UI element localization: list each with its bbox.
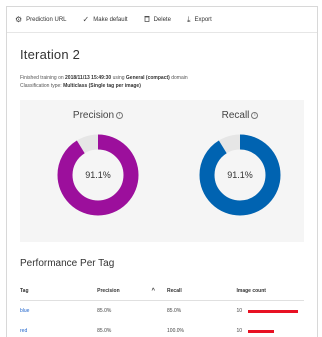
table-row: red 85.0% 100.0% 10 — [20, 321, 304, 337]
row-recall: 100.0% — [167, 328, 184, 334]
image-count-value: 10 — [236, 308, 243, 314]
table-row: blue 85.0% 85.0% 10 — [20, 301, 304, 321]
precision-donut: 91.1% — [56, 133, 140, 217]
tag-link[interactable]: blue — [20, 308, 29, 314]
row-image-count: 10 — [236, 308, 304, 314]
iteration-meta: Finished training on 2018/11/13 15:49:30… — [20, 74, 304, 90]
make-default-button[interactable]: ✓ Make default — [82, 14, 128, 24]
column-precision-label: Precision — [97, 287, 120, 294]
image-count-bar — [248, 309, 298, 313]
gear-icon: ⚙ — [15, 14, 23, 24]
export-button[interactable]: ⤓ Export — [186, 14, 212, 24]
recall-label: Recall — [221, 110, 250, 121]
table-header: Tag Precision ^ Recall Image count — [20, 281, 304, 301]
domain-name: General (compact) — [125, 75, 170, 81]
metrics-panel: Precision i 91.1% Recall i 91.1% — [20, 100, 304, 242]
trash-icon — [144, 15, 150, 24]
row-recall: 85.0% — [167, 308, 182, 314]
image-count-bar — [248, 329, 275, 333]
iteration-title: Iteration 2 — [20, 47, 81, 62]
make-default-label: Make default — [93, 16, 128, 23]
row-precision-value: 85.0% — [97, 328, 112, 334]
info-icon[interactable]: i — [116, 112, 124, 119]
row-precision-value: 85.0% — [97, 308, 112, 314]
check-icon: ✓ — [82, 14, 90, 24]
recall-donut: 91.1% — [198, 133, 282, 217]
delete-label: Delete — [153, 16, 171, 23]
row-image-count: 10 — [236, 328, 304, 334]
recall-metric: Recall i 91.1% — [180, 110, 300, 217]
recall-value: 91.1% — [227, 170, 253, 180]
training-info: Finished training on 2018/11/13 15:49:30… — [20, 74, 304, 82]
trained-suffix: domain — [171, 75, 188, 81]
precision-metric: Precision i 91.1% — [38, 110, 158, 217]
recall-heading: Recall i — [180, 110, 300, 121]
tag-link[interactable]: red — [20, 328, 27, 334]
performance-table: Tag Precision ^ Recall Image count blue … — [20, 281, 304, 337]
precision-value: 91.1% — [85, 170, 111, 180]
column-recall[interactable]: Recall — [167, 288, 236, 294]
column-image-count[interactable]: Image count — [236, 288, 304, 294]
trained-prefix: Finished training on — [20, 75, 64, 81]
classification-type: Multiclass (Single tag per image) — [63, 83, 141, 89]
classification-prefix: Classification type: — [20, 83, 62, 89]
sort-ascending-icon[interactable]: ^ — [152, 288, 156, 294]
toolbar: ⚙ Prediction URL ✓ Make default Delete ⤓… — [7, 7, 317, 33]
trained-date: 2018/11/13 15:49:30 — [65, 75, 112, 81]
precision-label: Precision — [72, 110, 115, 121]
delete-button[interactable]: Delete — [144, 15, 171, 24]
trained-mid: using — [112, 75, 125, 81]
prediction-url-button[interactable]: ⚙ Prediction URL — [15, 14, 67, 24]
iteration-panel: ⚙ Prediction URL ✓ Make default Delete ⤓… — [6, 6, 318, 337]
column-tag[interactable]: Tag — [20, 288, 97, 294]
prediction-url-label: Prediction URL — [26, 16, 67, 23]
column-precision[interactable]: Precision ^ — [97, 288, 167, 294]
performance-title: Performance Per Tag — [20, 258, 115, 269]
export-label: Export — [194, 16, 212, 23]
precision-heading: Precision i — [38, 110, 158, 121]
row-precision: 85.0% — [97, 308, 167, 314]
row-precision: 85.0% — [97, 328, 167, 334]
classification-info: Classification type: Multiclass (Single … — [20, 82, 304, 90]
download-icon: ⤓ — [186, 14, 191, 24]
image-count-value: 10 — [236, 328, 243, 334]
info-icon[interactable]: i — [251, 112, 259, 119]
